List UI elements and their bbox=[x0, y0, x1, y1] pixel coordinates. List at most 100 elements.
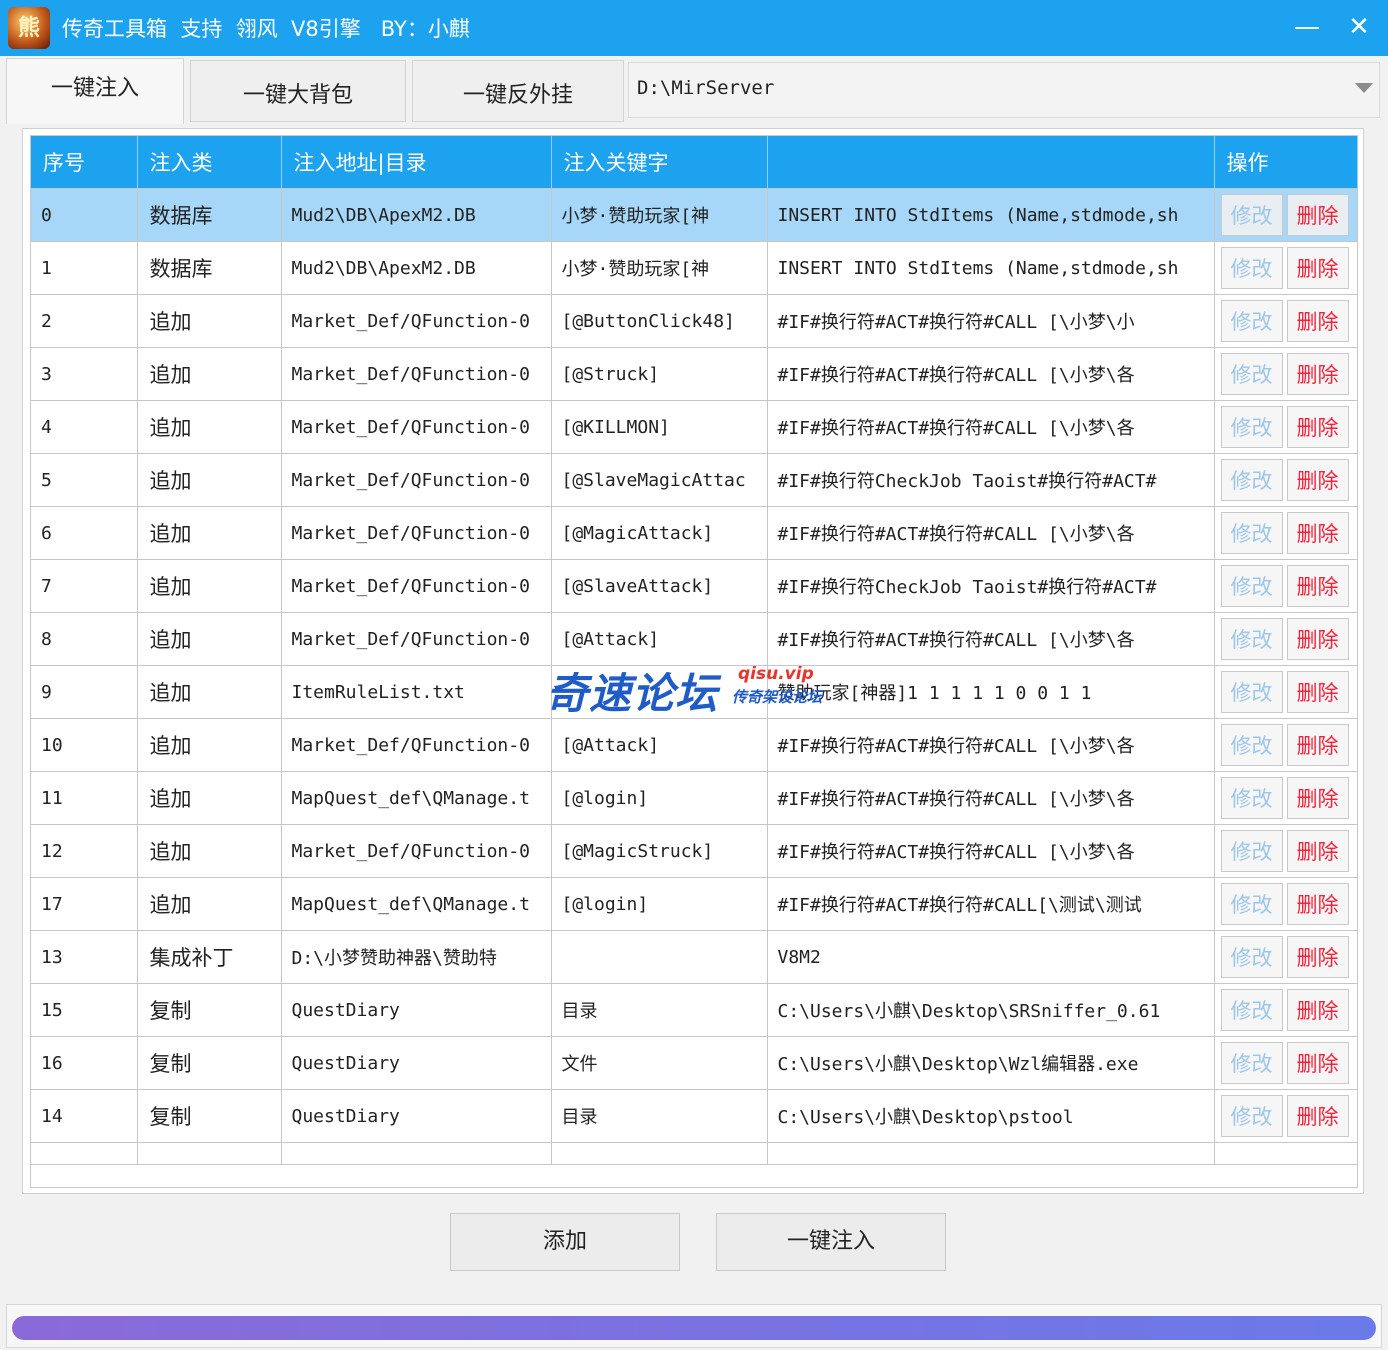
delete-button[interactable]: 删除 bbox=[1286, 406, 1349, 448]
row-keyword: [@ButtonClick48] bbox=[551, 294, 768, 348]
row-actions: 修改 删除 bbox=[1214, 506, 1358, 560]
column-header-index[interactable]: 序号 bbox=[31, 136, 138, 189]
tab-big-backpack[interactable]: 一键大背包 bbox=[190, 60, 406, 122]
delete-button[interactable]: 删除 bbox=[1286, 618, 1349, 660]
column-header-keyword[interactable]: 注入关键字 bbox=[551, 136, 768, 189]
delete-button[interactable]: 删除 bbox=[1286, 671, 1349, 713]
progress-bar bbox=[12, 1316, 1376, 1340]
delete-button[interactable]: 删除 bbox=[1286, 512, 1349, 554]
table-row[interactable]: 8 追加 Market_Def/QFunction-0 [@Attack] #IF#换行… bbox=[31, 612, 1358, 666]
delete-button[interactable]: 删除 bbox=[1286, 724, 1349, 766]
edit-button[interactable]: 修改 bbox=[1220, 565, 1283, 607]
row-keyword: 目录 bbox=[551, 983, 768, 1037]
empty-cell bbox=[31, 1142, 138, 1165]
one-click-inject-button[interactable]: 一键注入 bbox=[716, 1213, 946, 1271]
row-inject-type: 追加 bbox=[137, 347, 282, 401]
close-button[interactable]: ✕ bbox=[1342, 10, 1376, 44]
table-row[interactable]: 17 追加 MapQuest_def\QManage.t [@login] #IF#换行… bbox=[31, 877, 1358, 931]
edit-button[interactable]: 修改 bbox=[1220, 353, 1283, 395]
table-row[interactable]: 13 集成补丁 D:\小梦赞助神器\赞助特 V8M2 修改 删除 bbox=[31, 930, 1358, 984]
delete-button[interactable]: 删除 bbox=[1286, 1042, 1349, 1084]
tab-one-click-inject[interactable]: 一键注入 bbox=[6, 58, 184, 124]
delete-button[interactable]: 删除 bbox=[1286, 459, 1349, 501]
row-target-path: Market_Def/QFunction-0 bbox=[281, 612, 552, 666]
row-target-path: MapQuest_def\QManage.t bbox=[281, 771, 552, 825]
add-button[interactable]: 添加 bbox=[450, 1213, 680, 1271]
edit-button[interactable]: 修改 bbox=[1220, 777, 1283, 819]
table-row[interactable]: 1 数据库 Mud2\DB\ApexM2.DB 小梦·赞助玩家[神 INSERT INT… bbox=[31, 241, 1358, 295]
delete-button[interactable]: 删除 bbox=[1286, 194, 1349, 236]
empty-cell bbox=[551, 1142, 768, 1165]
edit-button[interactable]: 修改 bbox=[1220, 671, 1283, 713]
row-keyword: 文件 bbox=[551, 1036, 768, 1090]
table-row[interactable]: 14 复制 QuestDiary 目录 C:\Users\小麒\Desktop\psto… bbox=[31, 1089, 1358, 1143]
delete-button[interactable]: 删除 bbox=[1286, 883, 1349, 925]
delete-button[interactable]: 删除 bbox=[1286, 830, 1349, 872]
watermark-main-text: 奇速论坛 bbox=[546, 669, 719, 718]
delete-button[interactable]: 删除 bbox=[1286, 936, 1349, 978]
chevron-down-icon[interactable] bbox=[1355, 83, 1373, 93]
row-target-path: QuestDiary bbox=[281, 983, 552, 1037]
delete-button[interactable]: 删除 bbox=[1286, 777, 1349, 819]
delete-button[interactable]: 删除 bbox=[1286, 989, 1349, 1031]
table-row[interactable]: 10 追加 Market_Def/QFunction-0 [@Attack] #IF#换… bbox=[31, 718, 1358, 772]
empty-cell bbox=[137, 1142, 282, 1165]
row-actions: 修改 删除 bbox=[1214, 665, 1358, 719]
table-row[interactable]: 0 数据库 Mud2\DB\ApexM2.DB 小梦·赞助玩家[神 INSERT INT… bbox=[31, 188, 1358, 242]
row-target-path: Market_Def/QFunction-0 bbox=[281, 506, 552, 560]
row-content: #IF#换行符#ACT#换行符#CALL [\小梦\各 bbox=[767, 506, 1215, 560]
delete-button[interactable]: 删除 bbox=[1286, 353, 1349, 395]
row-index: 4 bbox=[31, 400, 138, 454]
edit-button[interactable]: 修改 bbox=[1220, 512, 1283, 554]
column-header-actions[interactable]: 操作 bbox=[1214, 136, 1358, 189]
edit-button[interactable]: 修改 bbox=[1220, 989, 1283, 1031]
table-row[interactable]: 12 追加 Market_Def/QFunction-0 [@MagicStruck]… bbox=[31, 824, 1358, 878]
edit-button[interactable]: 修改 bbox=[1220, 724, 1283, 766]
table-row[interactable]: 7 追加 Market_Def/QFunction-0 [@SlaveAttack] #… bbox=[31, 559, 1358, 613]
row-content: C:\Users\小麒\Desktop\Wzl编辑器.exe bbox=[767, 1036, 1215, 1090]
row-inject-type: 追加 bbox=[137, 400, 282, 454]
row-index: 12 bbox=[31, 824, 138, 878]
edit-button[interactable]: 修改 bbox=[1220, 883, 1283, 925]
row-inject-type: 复制 bbox=[137, 1036, 282, 1090]
edit-button[interactable]: 修改 bbox=[1220, 1042, 1283, 1084]
row-index: 6 bbox=[31, 506, 138, 560]
delete-button[interactable]: 删除 bbox=[1286, 247, 1349, 289]
delete-button[interactable]: 删除 bbox=[1286, 565, 1349, 607]
server-path-select[interactable]: D:\MirServer bbox=[628, 62, 1380, 118]
table-row[interactable]: 15 复制 QuestDiary 目录 C:\Users\小麒\Desktop\SRSn… bbox=[31, 983, 1358, 1037]
row-content: INSERT INTO StdItems (Name,stdmode,sh bbox=[767, 241, 1215, 295]
table-row[interactable]: 3 追加 Market_Def/QFunction-0 [@Struck] #IF#换行… bbox=[31, 347, 1358, 401]
table-row[interactable]: 5 追加 Market_Def/QFunction-0 [@SlaveMagicAtt… bbox=[31, 453, 1358, 507]
tab-anti-cheat[interactable]: 一键反外挂 bbox=[412, 60, 624, 122]
row-index: 14 bbox=[31, 1089, 138, 1143]
row-actions: 修改 删除 bbox=[1214, 241, 1358, 295]
table-row[interactable]: 11 追加 MapQuest_def\QManage.t [@login] #IF#换行… bbox=[31, 771, 1358, 825]
row-index: 1 bbox=[31, 241, 138, 295]
table-row[interactable]: 2 追加 Market_Def/QFunction-0 [@ButtonClick48… bbox=[31, 294, 1358, 348]
edit-button[interactable]: 修改 bbox=[1220, 618, 1283, 660]
minimize-button[interactable]: — bbox=[1290, 10, 1324, 44]
row-keyword: [@MagicStruck] bbox=[551, 824, 768, 878]
delete-button[interactable]: 删除 bbox=[1286, 300, 1349, 342]
row-target-path: D:\小梦赞助神器\赞助特 bbox=[281, 930, 552, 984]
game-logo-icon: 熊 bbox=[8, 7, 50, 49]
row-inject-type: 追加 bbox=[137, 771, 282, 825]
table-row[interactable]: 4 追加 Market_Def/QFunction-0 [@KILLMON] #IF#换… bbox=[31, 400, 1358, 454]
column-header-content[interactable] bbox=[767, 136, 1215, 189]
edit-button[interactable]: 修改 bbox=[1220, 194, 1283, 236]
table-row[interactable]: 6 追加 Market_Def/QFunction-0 [@MagicAttack] #… bbox=[31, 506, 1358, 560]
edit-button[interactable]: 修改 bbox=[1220, 1095, 1283, 1137]
row-actions: 修改 删除 bbox=[1214, 612, 1358, 666]
delete-button[interactable]: 删除 bbox=[1286, 1095, 1349, 1137]
edit-button[interactable]: 修改 bbox=[1220, 406, 1283, 448]
table-row[interactable]: 16 复制 QuestDiary 文件 C:\Users\小麒\Desktop\Wzl编… bbox=[31, 1036, 1358, 1090]
edit-button[interactable]: 修改 bbox=[1220, 300, 1283, 342]
row-content: #IF#换行符#ACT#换行符#CALL [\小梦\小 bbox=[767, 294, 1215, 348]
column-header-type[interactable]: 注入类 bbox=[137, 136, 282, 189]
edit-button[interactable]: 修改 bbox=[1220, 936, 1283, 978]
edit-button[interactable]: 修改 bbox=[1220, 247, 1283, 289]
column-header-target[interactable]: 注入地址|目录 bbox=[281, 136, 552, 189]
edit-button[interactable]: 修改 bbox=[1220, 459, 1283, 501]
edit-button[interactable]: 修改 bbox=[1220, 830, 1283, 872]
